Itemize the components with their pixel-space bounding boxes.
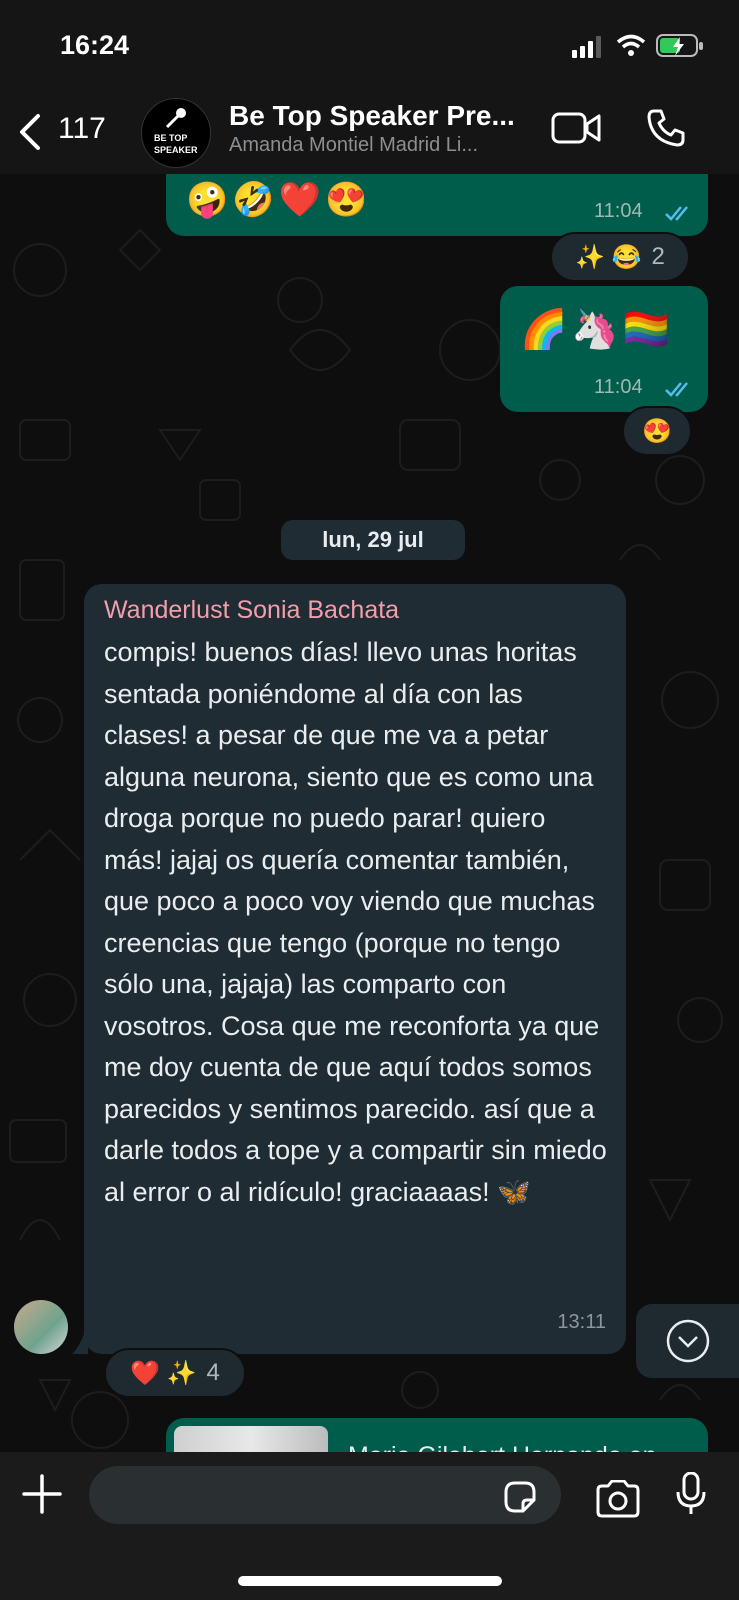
avatar-text-1: BE TOP — [154, 133, 188, 143]
chat-participants[interactable]: Amanda Montiel Madrid Li... — [229, 134, 478, 157]
reaction-count: 2 — [651, 243, 665, 270]
chevron-down-icon — [666, 1319, 710, 1363]
message-time: 11:04 — [594, 376, 643, 398]
microphone-icon[interactable] — [676, 1472, 706, 1516]
message-time: 13:11 — [557, 1311, 606, 1333]
message-input[interactable] — [89, 1466, 561, 1524]
back-chevron-icon[interactable] — [16, 112, 42, 152]
battery-icon — [656, 34, 703, 57]
phone-icon[interactable] — [646, 108, 686, 148]
reaction-emoji: 😍 — [642, 417, 672, 445]
wifi-icon — [616, 34, 646, 56]
reaction-emoji: ✨ 😂 — [575, 243, 642, 271]
message-emoji: 🌈🦄🏳️‍🌈 — [520, 309, 674, 351]
date-separator: lun, 29 jul — [281, 520, 465, 560]
bubble-tail — [72, 1318, 88, 1354]
message-time: 11:04 — [594, 200, 643, 222]
sender-avatar[interactable] — [14, 1300, 68, 1354]
camera-icon[interactable] — [594, 1480, 642, 1518]
reaction-count: 4 — [206, 1359, 220, 1386]
unread-count[interactable]: 117 — [58, 112, 106, 146]
chat-title[interactable]: Be Top Speaker Pre... — [229, 100, 515, 132]
status-bar: 16:24 — [0, 0, 739, 90]
plus-icon[interactable] — [22, 1474, 62, 1514]
scroll-to-bottom-button[interactable] — [636, 1304, 739, 1378]
message-text: compis! buenos días! llevo unas horitas … — [104, 637, 607, 1207]
sender-name[interactable]: Wanderlust Sonia Bachata — [104, 596, 399, 625]
message-emoji: 🤪🤣❤️😍 — [186, 181, 372, 219]
composer-bar — [0, 1452, 739, 1600]
incoming-message[interactable]: Wanderlust Sonia Bachata compis! buenos … — [84, 584, 626, 1354]
sticker-icon[interactable] — [503, 1480, 537, 1514]
read-ticks-icon — [665, 206, 688, 221]
message-reactions[interactable]: ❤️ ✨ 4 — [104, 1348, 246, 1398]
message-reactions[interactable]: ✨ 😂 2 — [550, 232, 690, 282]
message-reactions[interactable]: 😍 — [622, 406, 692, 456]
signal-icon — [572, 36, 601, 58]
microphone-icon — [165, 108, 186, 129]
read-ticks-icon — [665, 382, 688, 397]
group-avatar[interactable]: BE TOP SPEAKER — [141, 98, 211, 168]
avatar-text-2: SPEAKER — [154, 145, 198, 155]
home-indicator — [238, 1576, 502, 1586]
reaction-emoji: ❤️ ✨ — [130, 1359, 197, 1387]
video-call-icon[interactable] — [551, 110, 603, 146]
outgoing-message[interactable]: 🌈🦄🏳️‍🌈 11:04 — [500, 286, 708, 412]
status-time: 16:24 — [60, 30, 130, 60]
chat-header: 117 BE TOP SPEAKER Be Top Speaker Pre...… — [0, 90, 739, 174]
